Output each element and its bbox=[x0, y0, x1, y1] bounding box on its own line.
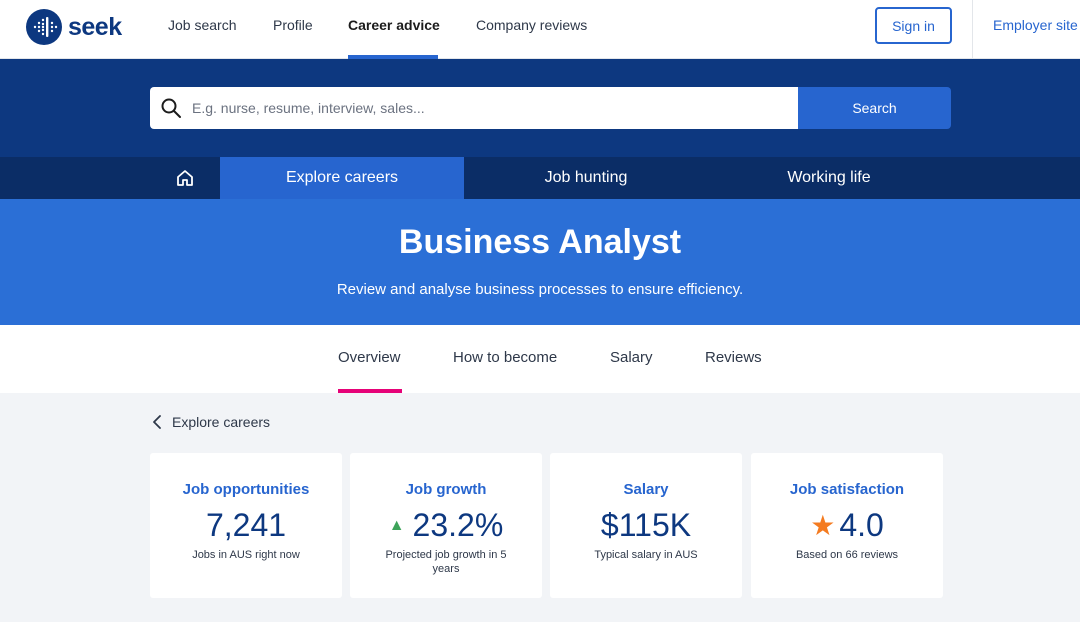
page-tabs: Overview How to become Salary Reviews bbox=[0, 325, 1080, 393]
stat-value: ▲ 23.2% bbox=[350, 507, 542, 544]
back-link-label: Explore careers bbox=[172, 414, 271, 430]
search-icon bbox=[161, 98, 181, 118]
stat-caption: Typical salary in AUS bbox=[594, 549, 698, 561]
stat-card-job-growth: Job growth ▲ 23.2% Projected job growth … bbox=[350, 453, 542, 598]
active-tab-indicator bbox=[338, 389, 402, 393]
search-button[interactable]: Search bbox=[798, 87, 951, 129]
tab-salary[interactable]: Salary bbox=[610, 349, 653, 366]
stat-caption: Based on 66 reviews bbox=[795, 549, 899, 561]
employer-site-link[interactable]: Employer site bbox=[993, 17, 1078, 33]
home-icon bbox=[177, 170, 193, 186]
stat-title[interactable]: Job satisfaction bbox=[751, 481, 943, 498]
stat-card-job-satisfaction: Job satisfaction ★ 4.0 Based on 66 revie… bbox=[751, 453, 943, 598]
star-icon: ★ bbox=[810, 510, 836, 541]
stat-value-text: 7,241 bbox=[205, 507, 287, 543]
stat-caption: Jobs in AUS right now bbox=[192, 549, 300, 561]
sign-in-button[interactable]: Sign in bbox=[875, 7, 952, 44]
tab-working-life[interactable]: Working life bbox=[707, 157, 951, 199]
seek-logo-icon bbox=[26, 9, 62, 45]
seek-logo[interactable]: seek bbox=[26, 9, 122, 45]
nav-profile[interactable]: Profile bbox=[273, 17, 313, 59]
search-input[interactable] bbox=[192, 88, 782, 128]
nav-divider bbox=[972, 0, 973, 59]
tab-how-to-become[interactable]: How to become bbox=[453, 349, 557, 366]
tab-label: Explore careers bbox=[285, 169, 399, 186]
triangle-up-icon: ▲ bbox=[388, 516, 405, 534]
stat-value: 7,241 bbox=[150, 507, 342, 544]
stat-caption: Projected job growth in 5 years bbox=[385, 549, 507, 575]
nav-company-reviews[interactable]: Company reviews bbox=[476, 17, 587, 59]
hero-banner: Business Analyst Review and analyse busi… bbox=[0, 199, 1080, 325]
tab-label: Working life bbox=[787, 169, 871, 186]
tab-overview[interactable]: Overview bbox=[338, 349, 401, 366]
stat-title[interactable]: Job growth bbox=[350, 481, 542, 498]
logo-text: seek bbox=[68, 12, 122, 41]
stat-value: $115K bbox=[550, 507, 742, 544]
chevron-left-icon bbox=[153, 415, 161, 429]
tab-reviews[interactable]: Reviews bbox=[705, 349, 762, 366]
tab-explore-careers[interactable]: Explore careers bbox=[220, 157, 464, 199]
page-title: Business Analyst bbox=[398, 223, 682, 261]
tab-job-hunting[interactable]: Job hunting bbox=[464, 157, 708, 199]
stat-value-text: 23.2% bbox=[412, 507, 504, 543]
stat-title[interactable]: Job opportunities bbox=[150, 481, 342, 498]
stat-card-salary: Salary $115K Typical salary in AUS bbox=[550, 453, 742, 598]
home-tab[interactable] bbox=[150, 157, 220, 199]
tab-label: Job hunting bbox=[544, 169, 628, 186]
section-tabs: Explore careers Job hunting Working life bbox=[0, 157, 1080, 199]
stat-title[interactable]: Salary bbox=[550, 481, 742, 498]
stat-value-text: $115K bbox=[600, 507, 692, 543]
stat-card-job-opportunities: Job opportunities 7,241 Jobs in AUS righ… bbox=[150, 453, 342, 598]
stat-value: ★ 4.0 bbox=[751, 507, 943, 544]
back-to-explore-careers[interactable]: Explore careers bbox=[152, 414, 270, 430]
nav-job-search[interactable]: Job search bbox=[168, 17, 236, 59]
search-box bbox=[150, 87, 798, 129]
search-band: Search bbox=[0, 59, 1080, 157]
page-subtitle: Review and analyse business processes to… bbox=[336, 281, 744, 298]
stat-value-text: 4.0 bbox=[839, 507, 884, 543]
nav-career-advice[interactable]: Career advice bbox=[348, 17, 440, 59]
top-navigation: seek Job search Profile Career advice Co… bbox=[0, 0, 1080, 59]
